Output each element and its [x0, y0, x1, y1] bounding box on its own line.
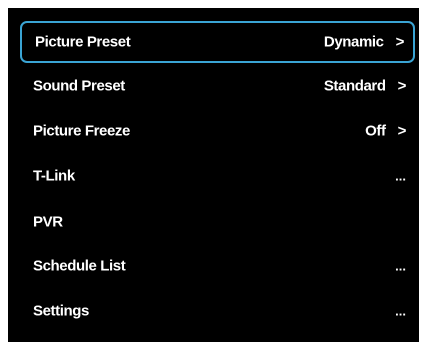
menu-item-value: Standard — [323, 77, 386, 95]
chevron-right-icon: > — [397, 77, 407, 95]
menu-item-pvr[interactable]: PVR — [20, 201, 415, 243]
menu-item-label: Sound Preset — [33, 77, 125, 95]
menu-item-label: Settings — [33, 302, 89, 320]
menu-item-label: T-Link — [33, 167, 75, 185]
menu-item-t-link[interactable]: T-Link ... — [20, 155, 415, 197]
menu-item-label: PVR — [33, 213, 63, 231]
menu-item-sound-preset[interactable]: Sound Preset Standard > — [20, 65, 415, 107]
chevron-right-icon: > — [395, 33, 405, 51]
menu-item-label: Picture Freeze — [33, 122, 130, 140]
menu-item-settings[interactable]: Settings ... — [20, 290, 415, 332]
menu-item-value: Off — [365, 122, 386, 140]
ellipsis-icon: ... — [395, 168, 406, 184]
menu-item-label: Picture Preset — [35, 33, 131, 51]
ellipsis-icon: ... — [395, 258, 406, 274]
menu-item-picture-freeze[interactable]: Picture Freeze Off > — [20, 110, 415, 152]
menu-item-schedule-list[interactable]: Schedule List ... — [20, 245, 415, 287]
menu-item-value: Dynamic — [323, 33, 384, 51]
menu-item-label: Schedule List — [33, 257, 126, 275]
ellipsis-icon: ... — [395, 303, 406, 319]
chevron-right-icon: > — [397, 122, 407, 140]
tv-menu-panel: Picture Preset Dynamic > Sound Preset St… — [8, 8, 419, 342]
menu-item-picture-preset[interactable]: Picture Preset Dynamic > — [20, 21, 415, 63]
